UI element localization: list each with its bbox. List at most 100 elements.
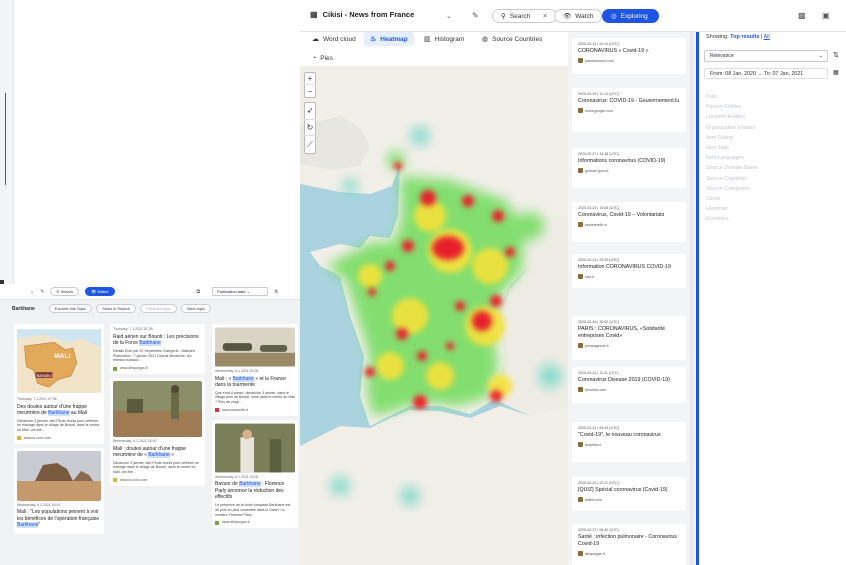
result-item[interactable]: 2020-01-31 | 09:43 (UTC) "Covid-19", le n… (572, 422, 686, 462)
tab-pies[interactable]: ◔ Pies (306, 51, 339, 65)
bg-search-button[interactable]: ⚲ Search (50, 287, 80, 296)
card-title[interactable]: Mali : "Les populations peinent à voir l… (17, 509, 101, 529)
result-title[interactable]: Coronavirus, Covid-19 – Volontariats (578, 212, 680, 219)
result-date: 2020-02-27 | 06:30 (UTC) (578, 528, 620, 532)
tab-source-countries[interactable]: ◍ Source Countries (476, 32, 548, 46)
soldiers-photo (113, 380, 202, 437)
sort-icon[interactable]: ⇅ (833, 51, 839, 59)
bg-watch-button[interactable]: 👁 Watch (85, 287, 115, 296)
result-card[interactable]: Wednesday, 6.1.2021 18:00 Mali : doutes … (110, 377, 205, 486)
relevance-select[interactable]: Relevance ⌄ (704, 50, 828, 62)
result-card[interactable]: MALI Bamako Thursday, 7.1.2021 07:06 Des… (14, 324, 104, 444)
pointer-icon[interactable]: ➶ (304, 103, 316, 120)
app-title[interactable]: ▦ Cikisi - News from France (310, 10, 414, 19)
result-title[interactable]: Coronavirus: COVID-19 - Gouvernement.lu (578, 98, 680, 105)
result-title[interactable]: Coronavirus Disease 2019 (COVID-19) (578, 377, 680, 384)
tab-histogram[interactable]: ▥ Histogram (418, 32, 470, 46)
facet-item[interactable]: Countries (706, 214, 758, 224)
top-results-link[interactable]: Top results (730, 34, 759, 40)
calendar-icon[interactable]: ▦ (833, 69, 839, 76)
result-item[interactable]: 2020-03-24 | 13:08 (UTC) Coronavirus, Cov… (572, 202, 686, 242)
result-item[interactable]: 2020-04-22 | 22:11 (UTC) [QUIZ] Spécial c… (572, 477, 686, 511)
edit-icon[interactable]: ✎ (40, 289, 44, 295)
result-title[interactable]: PARIS : CORONAVIRUS, «Solidarité entrepr… (578, 326, 680, 340)
result-title[interactable]: "Covid-19", le nouveau coronavirus (578, 432, 680, 439)
previous-topic-button[interactable]: Previous topic (140, 304, 178, 313)
result-item[interactable]: 2020-02-11 | 10:10 (UTC) CORONAVIRUS « Co… (572, 38, 686, 74)
explore-topic-button[interactable]: Explore this Topic (48, 304, 93, 313)
watch-button[interactable]: 👁 Watch (554, 9, 603, 23)
facet-item[interactable]: Item Tags (706, 143, 758, 153)
map-label-bamako: Bamako (37, 373, 53, 378)
facet-item[interactable]: Source Domain Name (706, 163, 758, 173)
zoom-out-button[interactable]: − (304, 85, 316, 97)
result-date: 2020-03-18 | 20:00 (UTC) (578, 320, 620, 324)
rotate-icon[interactable]: ↻ (304, 120, 316, 137)
result-card[interactable]: Wednesday, 6.1.2021 18:30 Bavure de Bark… (212, 419, 298, 529)
facet-item[interactable]: Cloud (706, 194, 758, 204)
facet-item[interactable]: Date (706, 92, 758, 102)
result-title[interactable]: CORONAVIRUS « Covid-19 » (578, 48, 680, 55)
result-title[interactable]: Information CORONAVIRUS COVID-19 (578, 264, 680, 271)
facet-item[interactable]: Heatmap (706, 204, 758, 214)
exploring-button[interactable]: ◎ Exploring (602, 9, 659, 23)
query-label: Barkhane (12, 305, 35, 312)
results-scrollbar[interactable] (690, 32, 694, 565)
result-source-domain: twitter.com (585, 497, 603, 502)
facet-item[interactable]: Item Languages (706, 153, 758, 163)
show-in-search-button[interactable]: Show in Search (96, 304, 137, 313)
result-source-domain: gironde.gouv.fr (585, 168, 609, 173)
zoom-control: + − (304, 72, 316, 98)
save-icon[interactable]: ▣ (822, 11, 830, 20)
result-date: 2020-03-12 | 11:11 (UTC) (578, 371, 619, 375)
result-item[interactable]: 2020-02-13 | 22:00 (UTC) Information CORO… (572, 254, 686, 288)
heatmap-map[interactable]: + − ➶ ↻ ⟋ (300, 66, 568, 565)
search-button[interactable]: ⚲ Search ✕ (492, 9, 557, 23)
facet-item[interactable]: Person Entities (706, 102, 758, 112)
facet-item[interactable]: Source Countries (706, 174, 758, 184)
result-item[interactable]: 2020-03-18 | 20:00 (UTC) PARIS : CORONAVI… (572, 316, 686, 360)
card-date: Wednesday, 6.1.2021 16:01 (17, 502, 61, 507)
bg-search-label: Search (60, 289, 74, 294)
result-title[interactable]: Santé : infection pulmonaire - Coronavir… (578, 534, 680, 548)
result-item[interactable]: 2020-02-27 | 06:30 (UTC) Santé : infectio… (572, 524, 686, 565)
result-date: 2020-04-22 | 22:11 (UTC) (578, 481, 619, 485)
result-title[interactable]: Informations coronavirus (COVID-19) (578, 158, 680, 165)
result-item[interactable]: 2020-02-27 | 14:38 (UTC) Informations cor… (572, 148, 686, 188)
result-card[interactable]: Wednesday, 6.1.2021 20:00 Mali : « Barkh… (212, 324, 298, 416)
result-card[interactable]: Wednesday, 6.1.2021 16:01 Mali : "Les po… (14, 447, 104, 534)
result-card[interactable]: Thursday, 7.1.2021 01:28 Raid aérien sur… (110, 324, 205, 374)
result-title[interactable]: [QUIZ] Spécial coronavirus (Covid-19) (578, 487, 680, 494)
facet-item[interactable]: Organization Entities (706, 123, 758, 133)
tab-heatmap[interactable]: ♨ Heatmap (364, 32, 414, 46)
tab-label: Word cloud (323, 35, 356, 43)
sort-icon[interactable]: ⇅ (274, 289, 278, 295)
facet-item[interactable]: Location Entities (706, 112, 758, 122)
date-range-field[interactable]: From: 08 Jan, 2020 → To: 07 Jan, 2021 (704, 68, 828, 79)
favicon-icon (578, 222, 583, 228)
measure-icon[interactable]: ⟋ (304, 136, 316, 153)
grid-icon[interactable]: ▩ (798, 11, 806, 20)
card-title[interactable]: Mali : doutes autour d'une frappe meurtr… (113, 446, 202, 459)
facet-item[interactable]: Source Categories (706, 184, 758, 194)
next-topic-button[interactable]: Next topic (181, 304, 212, 313)
card-excerpt: Dimanche 3 janvier, des Peuls réunis pou… (113, 460, 200, 475)
copy-icon[interactable]: ⧉ (197, 289, 201, 295)
all-link[interactable]: All (764, 34, 770, 40)
chevron-down-icon[interactable]: ⌄ (30, 289, 34, 295)
tab-word-cloud[interactable]: ☁ Word cloud (306, 32, 362, 46)
card-title[interactable]: Des doutes autour d'une frappe meurtrièr… (17, 404, 101, 417)
chevron-down-icon[interactable]: ⌄ (446, 12, 452, 20)
result-source: gironde.gouv.fr (578, 168, 680, 174)
edit-icon[interactable]: ✎ (472, 11, 479, 20)
publication-date-select[interactable]: Publication date ⌄ (212, 287, 269, 296)
result-source-domain: lexpress.fr (585, 442, 602, 447)
card-title[interactable]: Raid aérien sur Bounti : Les précisions … (113, 334, 202, 347)
facet-item[interactable]: Item Rating (706, 133, 758, 143)
result-item[interactable]: 2020-03-12 | 11:11 (UTC) Coronavirus Dise… (572, 367, 686, 403)
result-item[interactable]: 2020-02-29 | 11:13 (UTC) Coronavirus: COV… (572, 88, 686, 132)
card-title[interactable]: Mali : « Barkhane » et la France dans la… (215, 375, 295, 389)
close-icon[interactable]: ✕ (542, 12, 547, 20)
zoom-in-button[interactable]: + (304, 73, 316, 85)
card-title[interactable]: Bavure de Barkhane : Florence Parly anno… (215, 481, 295, 501)
